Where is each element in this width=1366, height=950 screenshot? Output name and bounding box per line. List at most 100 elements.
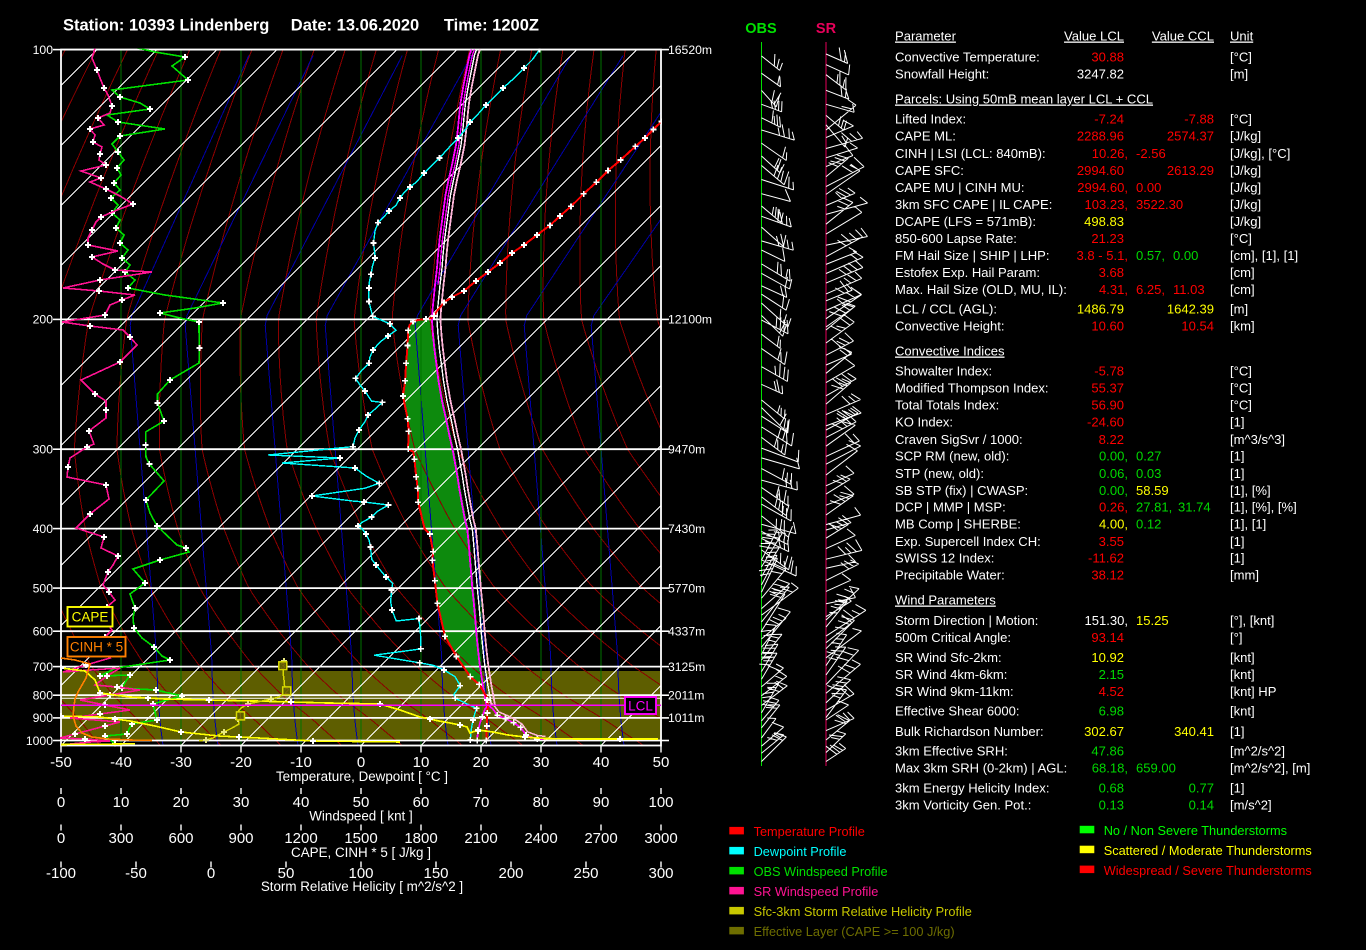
svg-text:0.12: 0.12 — [1136, 517, 1161, 532]
svg-text:2994.60: 2994.60 — [1077, 163, 1124, 178]
svg-text:Storm Relative Helicity [ m^2: Storm Relative Helicity [ m^2/s^2 ] — [261, 879, 463, 894]
svg-text:MB Comp | SHERBE:: MB Comp | SHERBE: — [895, 517, 1021, 532]
svg-text:CAPE: CAPE — [72, 610, 109, 625]
svg-text:3km Energy Helicity Index:: 3km Energy Helicity Index: — [895, 781, 1049, 796]
svg-text:[J/kg], [°C]: [J/kg], [°C] — [1230, 146, 1290, 161]
svg-text:[knt] HP: [knt] HP — [1230, 684, 1277, 699]
svg-text:500m Critical Angle:: 500m Critical Angle: — [895, 630, 1011, 645]
svg-text:DCP | MMP | MSP:: DCP | MMP | MSP: — [895, 500, 1006, 515]
svg-text:2288.96: 2288.96 — [1077, 129, 1124, 144]
svg-text:27.81,: 27.81, — [1136, 500, 1172, 515]
svg-text:10.54: 10.54 — [1181, 319, 1214, 334]
svg-text:900: 900 — [33, 711, 54, 725]
svg-text:0.68: 0.68 — [1099, 781, 1124, 796]
svg-text:3km Vorticity Gen. Pot.:: 3km Vorticity Gen. Pot.: — [895, 798, 1031, 813]
svg-text:2400: 2400 — [524, 830, 557, 847]
svg-text:[cm], [1], [1]: [cm], [1], [1] — [1230, 248, 1298, 263]
svg-text:0.00,: 0.00, — [1099, 449, 1128, 464]
svg-text:CAPE SFC:: CAPE SFC: — [895, 163, 964, 178]
svg-text:[J/kg]: [J/kg] — [1230, 180, 1261, 195]
svg-text:[knt]: [knt] — [1230, 650, 1255, 665]
svg-text:659.00: 659.00 — [1136, 761, 1176, 776]
svg-text:KO Index:: KO Index: — [895, 415, 953, 430]
svg-text:10: 10 — [113, 794, 130, 811]
svg-text:Station: 10393 Lindenberg: Station: 10393 Lindenberg — [63, 17, 269, 35]
svg-text:50: 50 — [653, 754, 670, 771]
svg-text:0.03: 0.03 — [1136, 466, 1161, 481]
svg-text:302.67: 302.67 — [1084, 724, 1124, 739]
svg-text:[m^2/s^2]: [m^2/s^2] — [1230, 744, 1285, 759]
svg-text:LCL / CCL (AGL):: LCL / CCL (AGL): — [895, 301, 997, 316]
svg-text:11.03: 11.03 — [1173, 282, 1205, 297]
svg-text:90: 90 — [593, 794, 610, 811]
svg-text:0: 0 — [207, 865, 215, 882]
svg-text:93.14: 93.14 — [1091, 630, 1124, 645]
svg-text:[°], [knt]: [°], [knt] — [1230, 613, 1274, 628]
svg-text:7430m: 7430m — [668, 522, 705, 536]
svg-text:Modified Thompson Index:: Modified Thompson Index: — [895, 380, 1049, 395]
svg-text:70: 70 — [473, 794, 490, 811]
svg-text:200: 200 — [498, 865, 523, 882]
svg-text:47.86: 47.86 — [1091, 744, 1124, 759]
svg-text:1642.39: 1642.39 — [1167, 301, 1214, 316]
svg-text:100: 100 — [33, 43, 54, 57]
svg-text:500: 500 — [33, 581, 54, 595]
svg-text:Time: 1200Z: Time: 1200Z — [444, 17, 539, 35]
svg-text:56.90: 56.90 — [1091, 398, 1124, 413]
svg-text:3: 3 — [280, 661, 285, 671]
svg-text:[J/kg]: [J/kg] — [1230, 197, 1261, 212]
svg-text:900: 900 — [228, 830, 253, 847]
svg-text:OBS: OBS — [745, 21, 777, 37]
svg-text:[°C]: [°C] — [1230, 364, 1252, 379]
svg-text:[knt]: [knt] — [1230, 704, 1255, 719]
svg-text:Dewpoint Profile: Dewpoint Profile — [754, 844, 847, 859]
svg-text:12100m: 12100m — [668, 313, 712, 327]
svg-text:0.13: 0.13 — [1099, 798, 1124, 813]
svg-text:0.00: 0.00 — [1136, 180, 1161, 195]
svg-text:[mm]: [mm] — [1230, 568, 1259, 583]
svg-text:SR Windspeed Profile: SR Windspeed Profile — [754, 884, 879, 899]
svg-text:30.88: 30.88 — [1091, 50, 1124, 65]
svg-text:-2.56: -2.56 — [1136, 146, 1166, 161]
svg-text:LCL: LCL — [628, 698, 653, 713]
svg-text:SB STP (fix) | CWASP:: SB STP (fix) | CWASP: — [895, 483, 1028, 498]
svg-text:Exp. Supercell Index CH:: Exp. Supercell Index CH: — [895, 534, 1041, 549]
svg-text:Convective Temperature:: Convective Temperature: — [895, 50, 1040, 65]
svg-text:-50: -50 — [50, 754, 72, 771]
svg-text:55.37: 55.37 — [1091, 380, 1124, 395]
svg-text:0.06,: 0.06, — [1099, 466, 1128, 481]
svg-text:Showalter Index:: Showalter Index: — [895, 364, 992, 379]
svg-text:[1]: [1] — [1230, 415, 1245, 430]
svg-text:31.74: 31.74 — [1178, 500, 1211, 515]
svg-text:2613.29: 2613.29 — [1167, 163, 1214, 178]
svg-text:151.30,: 151.30, — [1084, 613, 1128, 628]
svg-text:Value LCL: Value LCL — [1064, 29, 1124, 44]
svg-text:FM Hail Size | SHIP | LHP:: FM Hail Size | SHIP | LHP: — [895, 248, 1049, 263]
svg-text:Windspeed [ knt ]: Windspeed [ knt ] — [309, 809, 412, 824]
svg-text:80: 80 — [533, 794, 550, 811]
svg-text:[1]: [1] — [1230, 534, 1245, 549]
svg-text:STP (new, old):: STP (new, old): — [895, 466, 984, 481]
svg-text:0.00: 0.00 — [1173, 248, 1198, 263]
svg-text:58.59: 58.59 — [1136, 483, 1169, 498]
svg-text:0.26,: 0.26, — [1099, 500, 1128, 515]
svg-text:CAPE, CINH * 5 [ J/kg ]: CAPE, CINH * 5 [ J/kg ] — [291, 845, 431, 860]
svg-text:400: 400 — [33, 522, 54, 536]
svg-text:16520m: 16520m — [668, 43, 712, 57]
svg-text:3km Effective SRH:: 3km Effective SRH: — [895, 744, 1008, 759]
svg-text:1: 1 — [238, 711, 243, 721]
svg-text:1000: 1000 — [26, 734, 53, 748]
svg-text:340.41: 340.41 — [1174, 724, 1214, 739]
svg-text:2700: 2700 — [584, 830, 617, 847]
svg-text:20: 20 — [173, 794, 190, 811]
svg-text:[m]: [m] — [1230, 301, 1248, 316]
svg-text:-5.78: -5.78 — [1094, 364, 1124, 379]
svg-text:[°]: [°] — [1230, 630, 1242, 645]
svg-text:60: 60 — [413, 794, 430, 811]
svg-text:[knt]: [knt] — [1230, 667, 1255, 682]
svg-text:[1]: [1] — [1230, 449, 1245, 464]
svg-text:600: 600 — [33, 625, 54, 639]
svg-text:[1]: [1] — [1230, 724, 1245, 739]
svg-text:300: 300 — [33, 443, 54, 457]
svg-text:300: 300 — [648, 865, 673, 882]
